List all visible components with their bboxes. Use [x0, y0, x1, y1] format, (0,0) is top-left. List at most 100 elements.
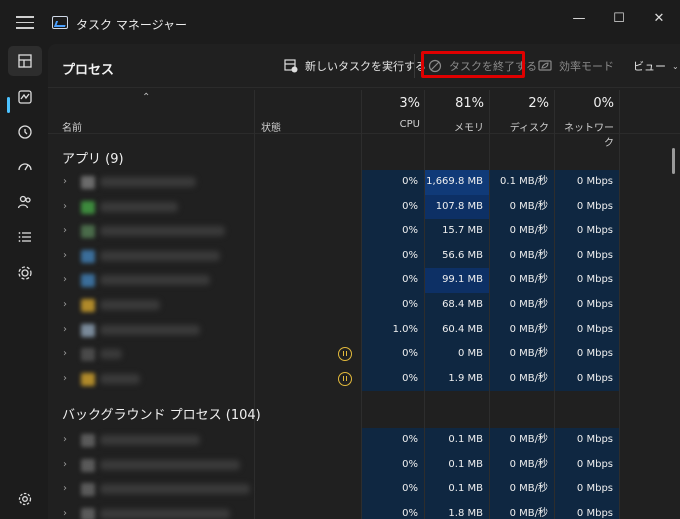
nav-users[interactable] — [8, 187, 42, 217]
services-icon — [18, 266, 32, 280]
network-cell: 0 Mbps — [555, 243, 619, 269]
process-row[interactable]: › 1.0% 60.4 MB 0 MB/秒 0 Mbps — [48, 317, 680, 343]
nav-app-history[interactable] — [8, 117, 42, 147]
chevron-right-icon[interactable]: › — [63, 508, 67, 519]
nav-processes[interactable] — [8, 46, 42, 76]
chevron-right-icon[interactable]: › — [63, 483, 67, 494]
processes-icon — [18, 54, 32, 68]
toolbar: プロセス 新しいタスクを実行する タスクを終了する 効率モード ビュー ⌄ — [48, 44, 680, 88]
disk-cell: 0 MB/秒 — [490, 219, 554, 244]
process-row[interactable]: › 0% 1.9 MB 0 MB/秒 0 Mbps — [48, 366, 680, 392]
paused-status-icon — [338, 371, 352, 386]
gear-icon — [18, 492, 32, 506]
chevron-right-icon[interactable]: › — [63, 201, 67, 212]
network-cell: 0 Mbps — [555, 293, 619, 318]
chevron-right-icon[interactable]: › — [63, 250, 67, 261]
process-name-redacted — [100, 250, 220, 261]
chevron-right-icon[interactable]: › — [63, 459, 67, 470]
memory-cell: 15.7 MB — [425, 219, 489, 244]
details-icon — [18, 232, 31, 242]
nav-performance[interactable] — [8, 82, 42, 112]
chevron-right-icon[interactable]: › — [63, 348, 67, 359]
memory-cell: 0.1 MB — [425, 452, 489, 478]
disk-cell: 0 MB/秒 — [490, 428, 554, 453]
memory-cell: 0.1 MB — [425, 428, 489, 453]
chevron-right-icon[interactable]: › — [63, 225, 67, 236]
network-cell: 0 Mbps — [555, 342, 619, 367]
processes-panel: プロセス 新しいタスクを実行する タスクを終了する 効率モード ビュー ⌄ ⌃ … — [48, 44, 680, 519]
efficiency-mode-button[interactable]: 効率モード — [538, 56, 614, 76]
chevron-right-icon[interactable]: › — [63, 274, 67, 285]
view-menu-button[interactable]: ビュー ⌄ — [633, 56, 679, 76]
process-row[interactable]: › 0% 0 MB 0 MB/秒 0 Mbps — [48, 342, 680, 367]
network-cell: 0 Mbps — [555, 501, 619, 519]
nav-details[interactable] — [8, 222, 42, 252]
nav-startup[interactable] — [8, 152, 42, 182]
minimize-button[interactable]: — — [564, 8, 594, 30]
cpu-cell: 0% — [362, 170, 424, 195]
cpu-cell: 0% — [362, 194, 424, 220]
process-icon — [81, 176, 95, 189]
network-cell: 0 Mbps — [555, 317, 619, 343]
new-task-icon — [284, 59, 298, 73]
network-cell: 0 Mbps — [555, 170, 619, 195]
end-task-highlight-box — [421, 51, 525, 78]
cpu-cell: 1.0% — [362, 317, 424, 343]
process-row[interactable]: › 0% 15.7 MB 0 MB/秒 0 Mbps — [48, 219, 680, 244]
process-row[interactable]: › 0% 0.1 MB 0 MB/秒 0 Mbps — [48, 452, 680, 478]
process-name-redacted — [100, 300, 160, 310]
process-row[interactable]: › 0% 56.6 MB 0 MB/秒 0 Mbps — [48, 243, 680, 269]
view-label: ビュー — [633, 60, 666, 73]
memory-cell: 60.4 MB — [425, 317, 489, 343]
cpu-cell: 0% — [362, 243, 424, 269]
disk-cell: 0 MB/秒 — [490, 194, 554, 220]
network-cell: 0 Mbps — [555, 219, 619, 244]
cpu-cell: 0% — [362, 428, 424, 453]
app-history-icon — [18, 125, 32, 139]
group-header-background[interactable]: バックグラウンド プロセス (104) — [62, 404, 261, 423]
efficiency-mode-icon — [538, 60, 552, 71]
page-title: プロセス — [62, 63, 115, 78]
paused-status-icon — [338, 347, 352, 362]
process-row[interactable]: › 0% 107.8 MB 0 MB/秒 0 Mbps — [48, 194, 680, 220]
disk-cell: 0 MB/秒 — [490, 317, 554, 343]
run-new-task-button[interactable]: 新しいタスクを実行する — [284, 56, 426, 76]
disk-cell: 0 MB/秒 — [490, 243, 554, 269]
process-row[interactable]: › 0% 1.8 MB 0 MB/秒 0 Mbps — [48, 501, 680, 519]
network-cell: 0 Mbps — [555, 452, 619, 478]
network-cell: 0 Mbps — [555, 194, 619, 220]
chevron-right-icon[interactable]: › — [63, 176, 67, 187]
process-row[interactable]: › 0% 68.4 MB 0 MB/秒 0 Mbps — [48, 293, 680, 318]
memory-cell: 99.1 MB — [425, 268, 489, 293]
nav-settings[interactable] — [8, 484, 42, 514]
chevron-right-icon[interactable]: › — [63, 299, 67, 310]
task-manager-app-icon — [52, 16, 68, 29]
process-row[interactable]: › 0% 1,669.8 MB 0.1 MB/秒 0 Mbps — [48, 170, 680, 195]
process-name-redacted — [100, 275, 210, 286]
network-cell: 0 Mbps — [555, 477, 619, 502]
hamburger-menu-icon[interactable] — [16, 16, 34, 30]
chevron-down-icon: ⌄ — [672, 61, 679, 71]
memory-cell: 0 MB — [425, 342, 489, 367]
disk-cell: 0 MB/秒 — [490, 452, 554, 478]
process-name-redacted — [100, 484, 250, 495]
chevron-right-icon[interactable]: › — [63, 373, 67, 384]
group-header-apps[interactable]: アプリ (9) — [62, 148, 124, 167]
process-name-redacted — [100, 459, 240, 470]
process-icon — [81, 323, 95, 337]
chevron-right-icon[interactable]: › — [63, 324, 67, 335]
memory-cell: 1.9 MB — [425, 366, 489, 392]
process-row[interactable]: › 0% 0.1 MB 0 MB/秒 0 Mbps — [48, 477, 680, 502]
close-button[interactable]: ✕ — [644, 8, 674, 30]
nav-services[interactable] — [8, 258, 42, 288]
process-row[interactable]: › 0% 99.1 MB 0 MB/秒 0 Mbps — [48, 268, 680, 293]
process-row[interactable]: › 0% 0.1 MB 0 MB/秒 0 Mbps — [48, 428, 680, 453]
disk-cell: 0 MB/秒 — [490, 268, 554, 293]
startup-icon — [18, 163, 32, 171]
chevron-right-icon[interactable]: › — [63, 434, 67, 445]
process-icon — [81, 225, 95, 239]
process-icon — [81, 458, 95, 472]
maximize-button[interactable]: ☐ — [604, 8, 634, 30]
network-cell: 0 Mbps — [555, 268, 619, 293]
task-manager-window: タスク マネージャー — ☐ ✕ プロセス 新しいタスクを実行する タスクを終了… — [0, 0, 680, 519]
